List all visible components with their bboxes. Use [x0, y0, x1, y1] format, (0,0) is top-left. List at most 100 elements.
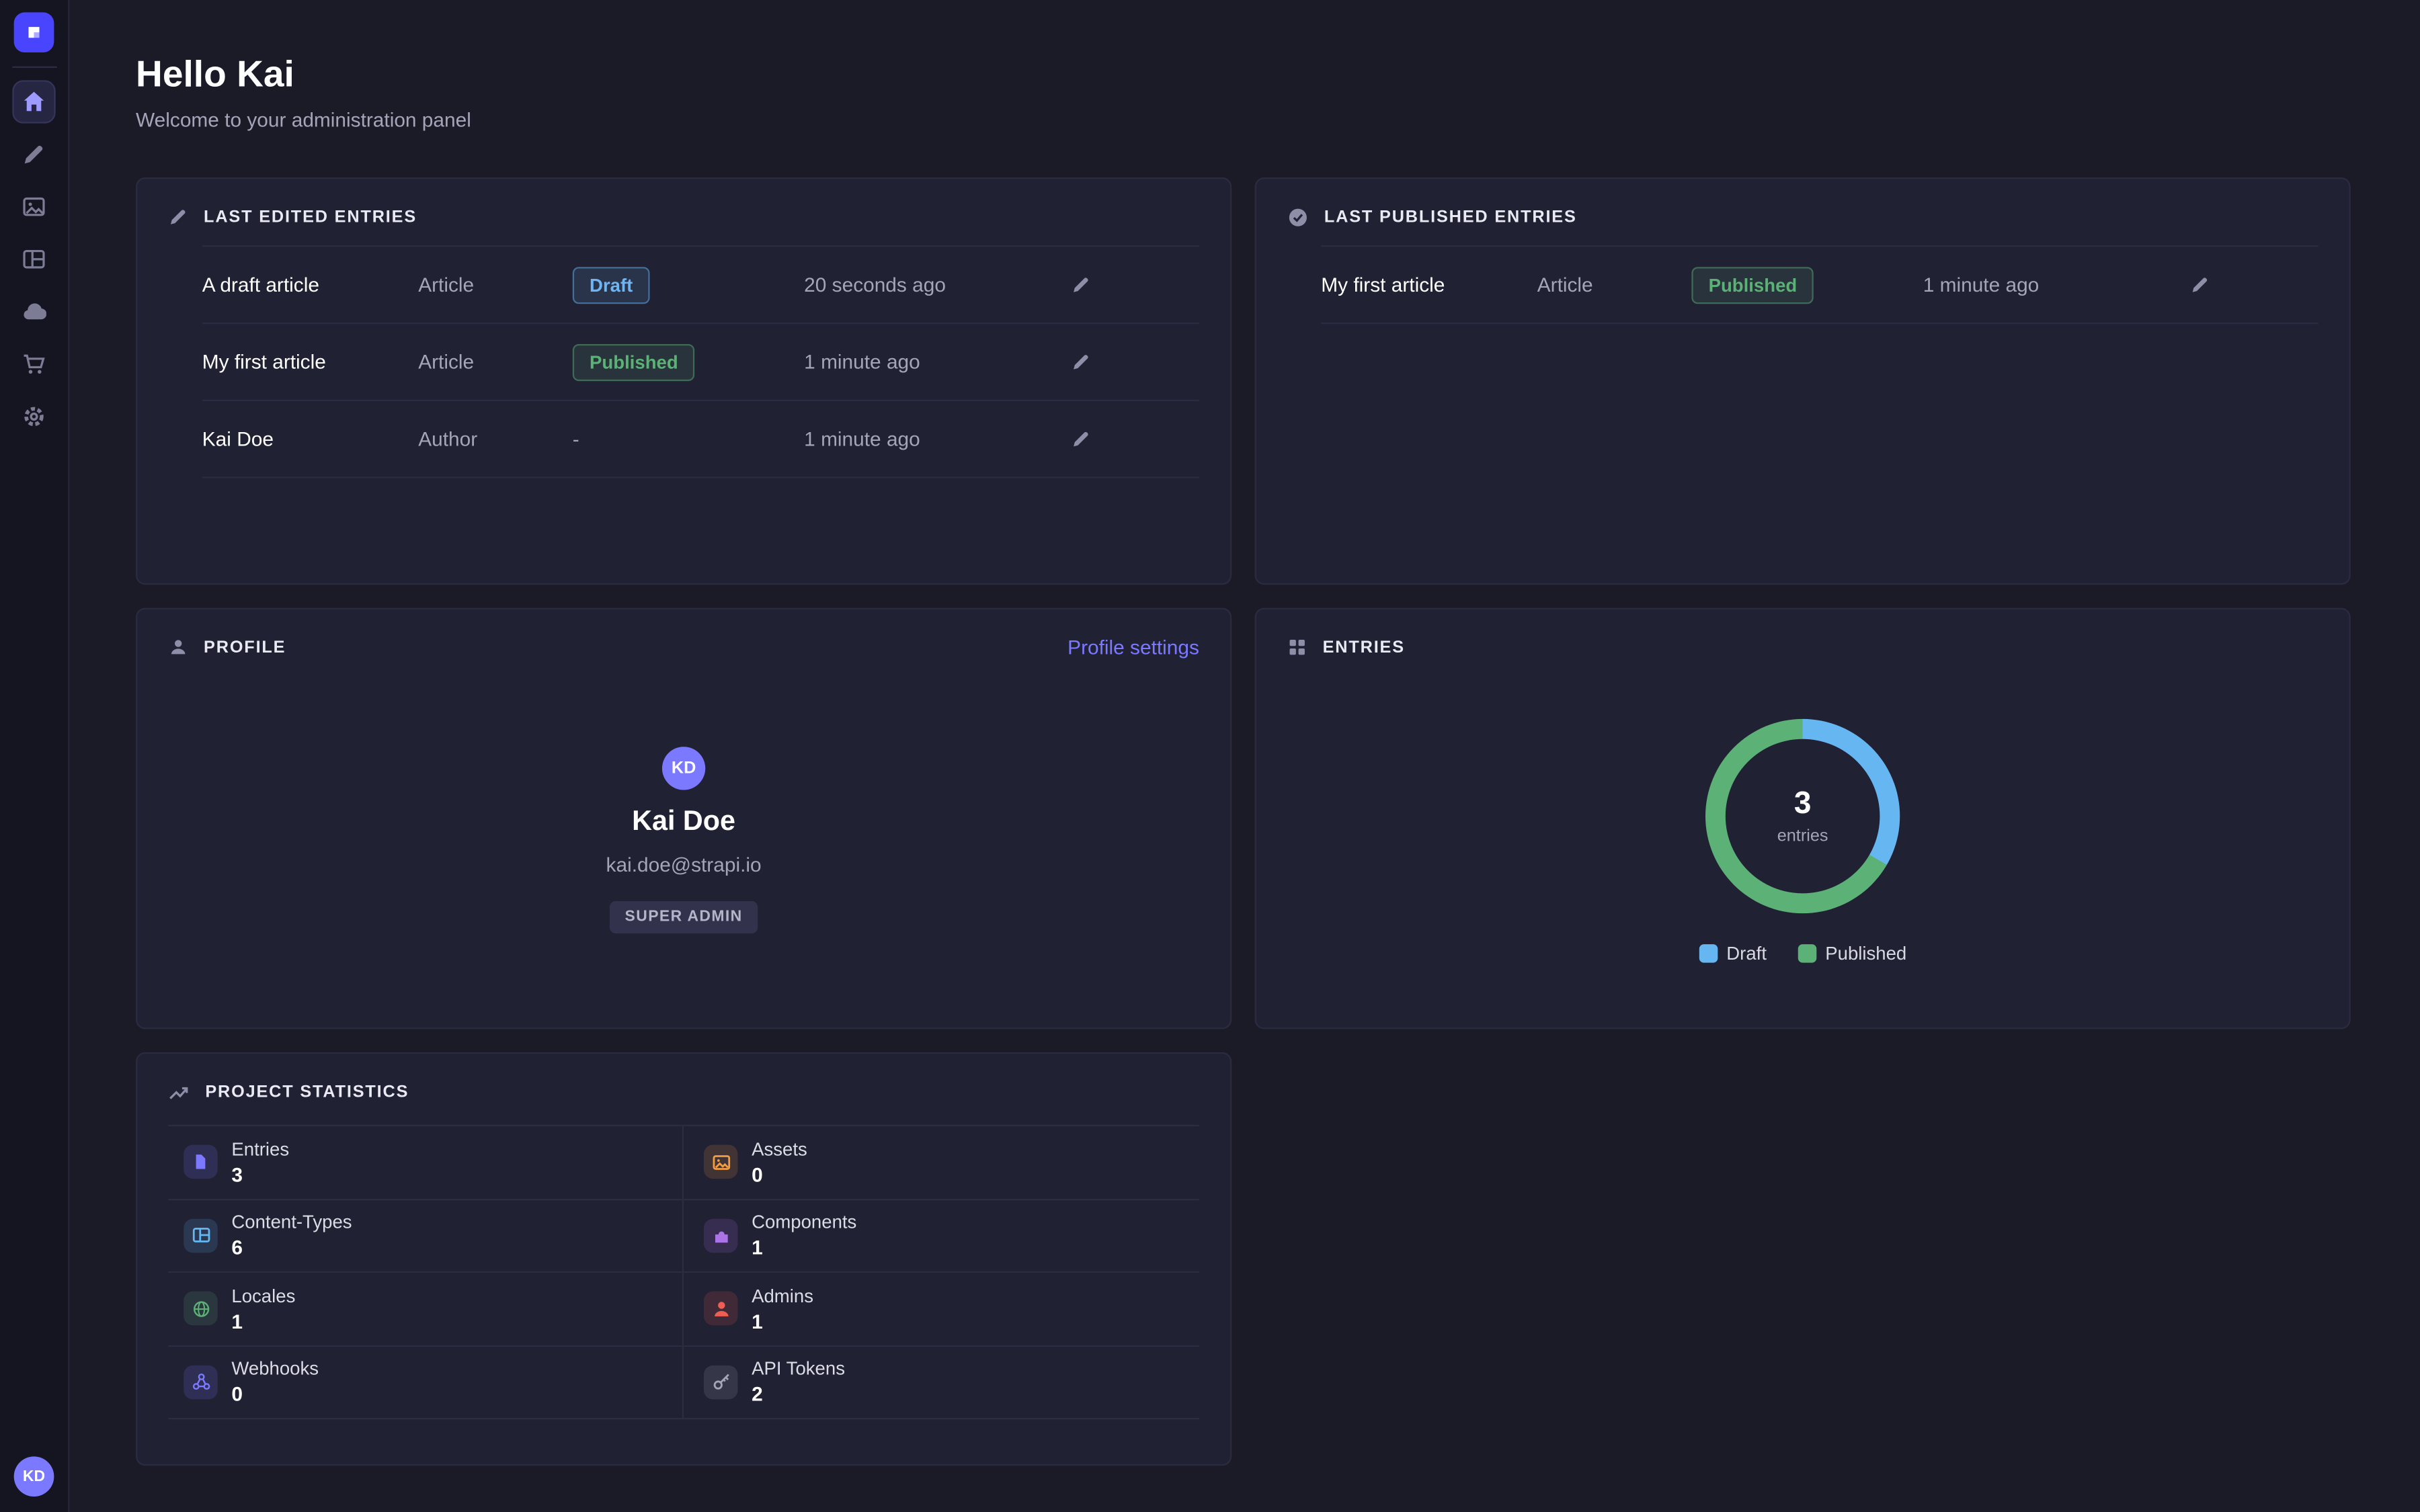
admin-dashboard: KD Hello Kai Welcome to your administrat… [0, 0, 2420, 1512]
entry-status: Draft [573, 266, 804, 303]
published-swatch [1798, 944, 1816, 963]
profile-email: kai.doe@strapi.io [606, 853, 762, 876]
stat-admins: Admins 1 [684, 1273, 1199, 1346]
stat-label: Content-Types [231, 1212, 352, 1233]
entry-row: My first article Article Published 1 min… [202, 324, 1199, 401]
stat-value: 2 [752, 1383, 845, 1406]
profile-header: PROFILE Profile settings [168, 637, 1199, 657]
key-icon [704, 1365, 738, 1399]
entries-card: ENTRIES 3 entries Draft [1255, 608, 2351, 1030]
entries-count: 3 [1794, 787, 1812, 823]
edit-entry-button[interactable] [1057, 416, 1104, 462]
stat-label: Admins [752, 1285, 813, 1306]
entry-name: Kai Doe [202, 427, 418, 450]
pen-icon [22, 142, 46, 167]
sidebar-item-content-manager[interactable] [12, 132, 55, 175]
pencil-icon [1070, 429, 1090, 449]
pencil-icon [1070, 275, 1090, 295]
stat-components: Components 1 [684, 1200, 1199, 1273]
strapi-logo[interactable] [14, 12, 54, 52]
entries-legend: Draft Published [1287, 943, 2318, 964]
sidebar-item-settings[interactable] [12, 395, 55, 438]
trend-icon [168, 1081, 190, 1102]
sidebar-user-avatar[interactable]: KD [14, 1456, 54, 1497]
sidebar-divider [11, 67, 56, 68]
legend-item-published: Published [1798, 943, 1906, 964]
profile-body: KD Kai Doe kai.doe@strapi.io SUPER ADMIN [168, 747, 1199, 933]
role-badge: SUPER ADMIN [610, 901, 758, 933]
stat-value: 3 [231, 1163, 289, 1186]
stat-label: Locales [231, 1285, 295, 1306]
main-content: Hello Kai Welcome to your administration… [69, 0, 2420, 1512]
last-published-title: LAST PUBLISHED ENTRIES [1324, 208, 1577, 226]
status-badge-published: Published [1691, 266, 1814, 303]
profile-title: PROFILE [204, 638, 286, 657]
stat-content-types: Content-Types 6 [168, 1200, 684, 1273]
last-edited-card: LAST EDITED ENTRIES A draft article Arti… [136, 177, 1232, 585]
stat-assets: Assets 0 [684, 1126, 1199, 1200]
entry-kind: Article [418, 273, 573, 296]
entry-kind: Article [418, 350, 573, 373]
status-badge-published: Published [573, 343, 695, 380]
stat-label: Entries [231, 1138, 289, 1160]
stat-label: Webhooks [231, 1358, 319, 1380]
strapi-logo-icon [22, 20, 46, 45]
user-icon [704, 1292, 738, 1326]
profile-avatar: KD [662, 747, 705, 790]
edit-entry-button[interactable] [1057, 261, 1104, 308]
entries-title: ENTRIES [1323, 638, 1405, 657]
stat-value: 1 [231, 1310, 295, 1333]
entries-header: ENTRIES [1287, 637, 2318, 657]
profile-settings-link[interactable]: Profile settings [1067, 636, 1199, 659]
person-icon [168, 637, 188, 657]
stat-label: Components [752, 1212, 856, 1233]
page-title: Hello Kai [136, 54, 2351, 97]
dashboard-grid: LAST EDITED ENTRIES A draft article Arti… [136, 177, 2351, 1466]
entry-row: My first article Article Published 1 min… [1321, 247, 2318, 324]
project-statistics-header: PROJECT STATISTICS [168, 1081, 1199, 1101]
stat-entries: Entries 3 [168, 1126, 684, 1200]
sidebar-item-media-library[interactable] [12, 185, 55, 228]
grid-icon [1287, 637, 1307, 657]
entry-row: A draft article Article Draft 20 seconds… [202, 247, 1199, 324]
sidebar-user-initials: KD [23, 1468, 45, 1485]
entry-kind: Article [1537, 273, 1692, 296]
globe-icon [184, 1292, 218, 1326]
stat-value: 1 [752, 1236, 856, 1259]
sidebar-item-content-type-builder[interactable] [12, 238, 55, 281]
sidebar-item-marketplace[interactable] [12, 343, 55, 386]
stats-grid: Entries 3 Assets [168, 1125, 1199, 1420]
draft-legend-label: Draft [1726, 943, 1767, 964]
puzzle-icon [704, 1218, 738, 1253]
profile-initials: KD [672, 759, 696, 778]
entry-status: Published [573, 343, 804, 380]
stat-locales: Locales 1 [168, 1273, 684, 1346]
status-badge-draft: Draft [573, 266, 650, 303]
pencil-icon [168, 207, 188, 227]
entry-updated: 1 minute ago [804, 427, 1057, 450]
entry-status: - [573, 425, 804, 453]
status-dash: - [573, 427, 579, 450]
cart-icon [22, 351, 46, 376]
published-legend-label: Published [1825, 943, 1906, 964]
gear-icon [22, 405, 46, 429]
last-published-table: My first article Article Published 1 min… [1321, 245, 2318, 324]
last-edited-table: A draft article Article Draft 20 seconds… [202, 245, 1199, 478]
file-icon [184, 1145, 218, 1179]
stat-value: 0 [231, 1383, 319, 1406]
stat-webhooks: Webhooks 0 [168, 1346, 684, 1419]
edit-entry-button[interactable] [2176, 261, 2222, 308]
page-subtitle: Welcome to your administration panel [136, 108, 2351, 131]
stat-value: 0 [752, 1163, 807, 1186]
edit-entry-button[interactable] [1057, 339, 1104, 385]
home-icon [22, 89, 46, 114]
entries-donut: 3 entries [1705, 719, 1900, 913]
entry-updated: 1 minute ago [804, 350, 1057, 373]
sidebar-item-home[interactable] [12, 80, 55, 123]
entries-count-label: entries [1777, 827, 1828, 846]
layout-icon [184, 1218, 218, 1253]
webhook-icon [184, 1365, 218, 1399]
entry-updated: 1 minute ago [1923, 273, 2177, 296]
sidebar-item-cloud[interactable] [12, 290, 55, 333]
cloud-icon [22, 299, 46, 324]
